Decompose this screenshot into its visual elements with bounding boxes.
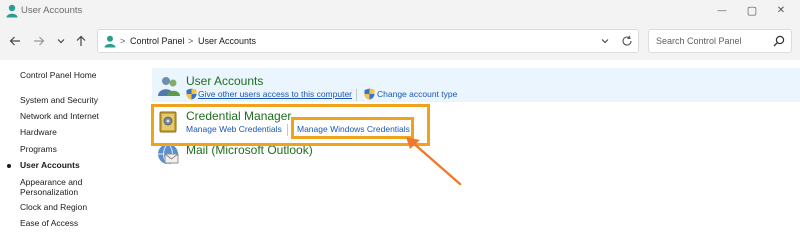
sidebar-item-programs[interactable]: Programs <box>20 144 57 154</box>
control-panel-icon <box>104 35 116 48</box>
address-dropdown-chevron-icon[interactable] <box>598 34 612 48</box>
search-icon[interactable] <box>773 35 785 47</box>
close-button[interactable]: ✕ <box>773 3 789 17</box>
search-input[interactable]: Search Control Panel <box>656 36 742 46</box>
users-icon <box>158 77 180 96</box>
forward-arrow-icon[interactable] <box>32 34 46 48</box>
change-account-type-link[interactable]: Change account type <box>377 89 457 99</box>
back-arrow-icon[interactable] <box>8 34 22 48</box>
sidebar-item-ease-of-access[interactable]: Ease of Access <box>20 218 78 228</box>
window-title: User Accounts <box>21 5 83 16</box>
refresh-icon[interactable] <box>620 34 634 48</box>
sidebar-item-clock-and-region[interactable]: Clock and Region <box>20 202 87 212</box>
search-box[interactable]: Search Control Panel <box>648 29 792 53</box>
sidebar-item-user-accounts[interactable]: User Accounts <box>20 160 80 170</box>
maximize-button[interactable]: ▢ <box>744 3 760 17</box>
user-accounts-app-icon <box>6 4 18 18</box>
breadcrumb-control-panel[interactable]: Control Panel <box>130 36 185 46</box>
address-bar[interactable]: > Control Panel > User Accounts <box>97 29 639 53</box>
sidebar-item-hardware[interactable]: Hardware <box>20 127 57 137</box>
manage-windows-credentials-highlight-box <box>291 117 414 139</box>
active-item-bullet <box>7 164 11 168</box>
link-divider <box>356 89 357 101</box>
recent-locations-chevron-icon[interactable] <box>54 34 68 48</box>
sidebar-item-system-and-security[interactable]: System and Security <box>20 95 98 105</box>
up-arrow-icon[interactable] <box>74 34 88 48</box>
sidebar-item-control-panel-home[interactable]: Control Panel Home <box>20 70 97 80</box>
breadcrumb-separator: > <box>188 36 194 46</box>
navigation-bar: > Control Panel > User Accounts Search C… <box>0 22 800 60</box>
title-bar: User Accounts — ▢ ✕ <box>0 0 800 22</box>
breadcrumb-separator: > <box>120 36 126 46</box>
annotation-arrow <box>406 137 462 186</box>
sidebar-item-appearance-and-personalization[interactable]: Appearance and Personalization <box>20 177 98 197</box>
uac-shield-icon <box>364 88 375 100</box>
give-other-users-access-link[interactable]: Give other users access to this computer <box>198 89 352 99</box>
breadcrumb-user-accounts[interactable]: User Accounts <box>198 36 256 46</box>
sidebar-item-network-and-internet[interactable]: Network and Internet <box>20 111 99 121</box>
user-accounts-heading[interactable]: User Accounts <box>186 74 263 88</box>
uac-shield-icon <box>186 88 197 100</box>
minimize-button[interactable]: — <box>714 3 730 17</box>
